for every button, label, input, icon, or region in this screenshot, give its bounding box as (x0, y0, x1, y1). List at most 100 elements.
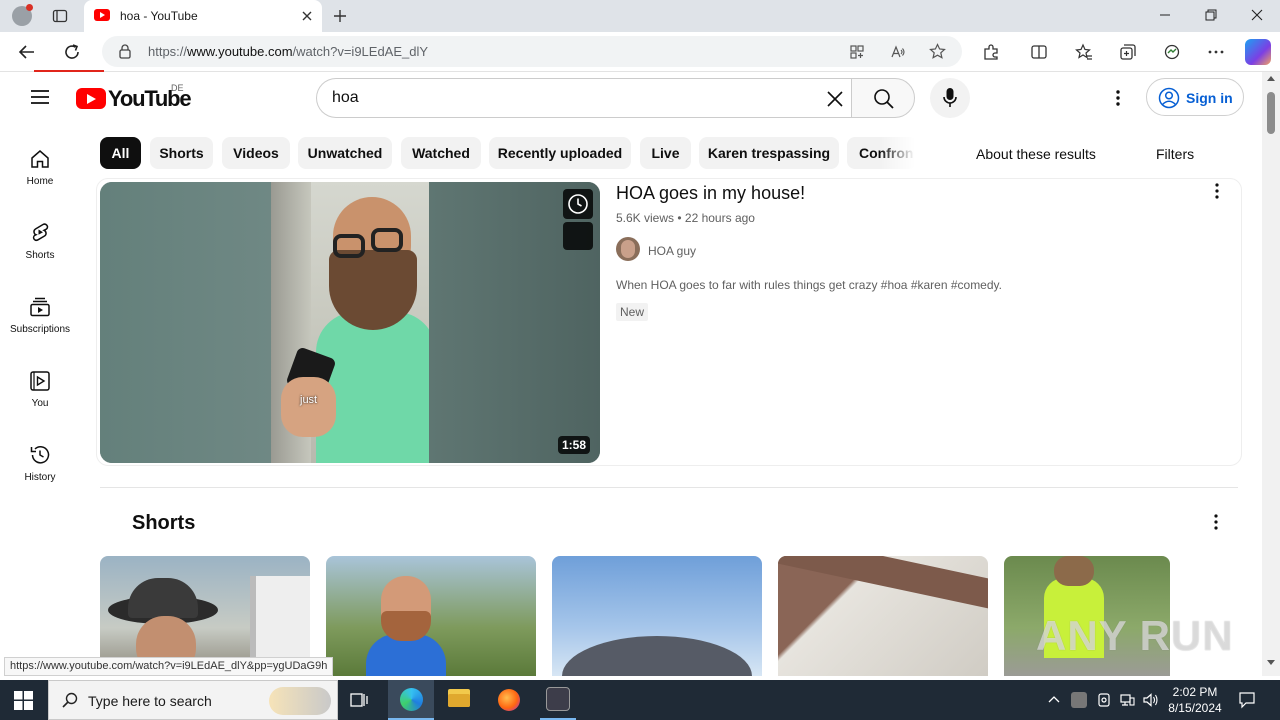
chip-live[interactable]: Live (640, 137, 691, 169)
split-screen-icon[interactable] (1030, 43, 1048, 61)
scroll-up-icon[interactable] (1267, 76, 1275, 81)
video-title[interactable]: HOA goes in my house! (616, 183, 805, 204)
chip-shorts[interactable]: Shorts (150, 137, 213, 169)
history-icon (30, 446, 50, 464)
search-icon (873, 88, 895, 110)
network-icon[interactable] (1119, 692, 1135, 708)
firefox-icon[interactable] (498, 689, 520, 711)
video-metadata: 5.6K views • 22 hours ago (616, 211, 755, 225)
video-thumbnail[interactable]: just 1:58 (100, 182, 600, 463)
app-icon (546, 687, 570, 711)
search-box[interactable] (316, 78, 852, 118)
video-action-menu-icon[interactable] (1207, 181, 1227, 201)
tab-actions-icon[interactable] (52, 8, 68, 24)
refresh-icon[interactable] (63, 43, 81, 61)
you-icon (30, 371, 50, 391)
sidebar-item-subscriptions[interactable]: Subscriptions (0, 296, 80, 335)
youtube-logo[interactable]: YouTube DE (76, 83, 192, 113)
account-icon (1158, 87, 1180, 109)
browser-tab-bar: hoa - YouTube (0, 0, 1280, 32)
thumbnail-caption: just (300, 394, 318, 406)
status-bar-url: https://www.youtube.com/watch?v=i9LEdAE_… (4, 657, 334, 676)
collections-icon[interactable] (1119, 43, 1137, 61)
watch-later-button[interactable] (563, 189, 593, 219)
chip-recently-uploaded[interactable]: Recently uploaded (489, 137, 631, 169)
scroll-down-icon[interactable] (1267, 660, 1275, 665)
person-shirt (316, 312, 436, 463)
volume-icon[interactable] (1142, 692, 1160, 708)
clock-time: 2:02 PM (1172, 685, 1218, 699)
taskbar-clock[interactable]: 2:02 PM 8/15/2024 (1166, 684, 1224, 716)
sign-in-button[interactable]: Sign in (1146, 78, 1244, 116)
video-age: 22 hours ago (684, 211, 755, 225)
chip-all[interactable]: All (100, 137, 141, 169)
short-thumbnail-4[interactable] (778, 556, 988, 676)
settings-menu-icon[interactable] (1108, 88, 1128, 108)
active-tab[interactable]: hoa - YouTube (84, 0, 322, 32)
voice-search-button[interactable] (930, 78, 970, 118)
taskbar-search-placeholder: Type here to search (88, 693, 212, 709)
profile-avatar-icon[interactable] (12, 4, 33, 26)
thumbnail-frame: just (271, 182, 436, 463)
shorts-shelf-menu-icon[interactable] (1206, 512, 1226, 532)
taskbar-app-button[interactable] (540, 680, 576, 720)
about-results-link[interactable]: About these results (976, 146, 1096, 162)
more-menu-icon[interactable] (1207, 43, 1225, 61)
edge-icon (400, 688, 423, 711)
tray-device-icon[interactable] (1096, 692, 1112, 708)
guide-menu-icon[interactable] (30, 89, 50, 105)
clear-search-icon[interactable] (825, 89, 845, 109)
glasses-right (371, 228, 403, 252)
sidebar-item-you[interactable]: You (0, 370, 80, 409)
chip-watched[interactable]: Watched (401, 137, 481, 169)
new-tab-icon[interactable] (332, 8, 348, 24)
video-result-card[interactable]: just 1:58 HOA goes in my house! 5.6K vie… (96, 178, 1242, 466)
taskbar-search-box[interactable]: Type here to search (48, 680, 338, 720)
chip-unwatched[interactable]: Unwatched (298, 137, 392, 169)
short-thumbnail-2[interactable] (326, 556, 536, 676)
chip-videos[interactable]: Videos (222, 137, 290, 169)
shorts-icon (32, 223, 49, 241)
notifications-icon[interactable] (1238, 691, 1256, 709)
short-thumbnail-3[interactable] (552, 556, 762, 676)
app-available-icon[interactable] (849, 44, 865, 60)
performance-icon[interactable] (1163, 43, 1181, 61)
minimize-window-icon[interactable] (1158, 8, 1172, 22)
address-bar[interactable]: https://www.youtube.com/watch?v=i9LEdAE_… (102, 36, 962, 67)
search-highlight-image (269, 687, 331, 715)
read-aloud-icon[interactable] (890, 44, 906, 60)
favorite-star-icon[interactable] (929, 43, 946, 60)
sidebar-label-subscriptions: Subscriptions (9, 324, 71, 335)
channel-name[interactable]: HOA guy (648, 244, 696, 258)
copilot-icon[interactable] (1245, 39, 1271, 65)
channel-avatar[interactable] (616, 237, 640, 261)
youtube-favicon-icon (94, 9, 110, 21)
sidebar-item-history[interactable]: History (0, 444, 80, 483)
file-explorer-icon[interactable] (448, 689, 470, 707)
filters-button[interactable]: Filters (1156, 146, 1194, 162)
favorites-icon[interactable] (1075, 43, 1093, 61)
video-views: 5.6K views (616, 211, 675, 225)
tray-app-icon[interactable] (1071, 692, 1087, 708)
search-input[interactable] (332, 86, 812, 110)
task-view-icon[interactable] (350, 691, 368, 709)
browser-toolbar: https://www.youtube.com/watch?v=i9LEdAE_… (0, 32, 1280, 72)
lock-icon[interactable] (118, 44, 132, 59)
page-scrollbar[interactable] (1262, 72, 1280, 676)
scrollbar-thumb[interactable] (1267, 92, 1275, 134)
windows-taskbar: Type here to search 2:02 PM 8/15/2024 (0, 680, 1280, 720)
chip-karen-trespassing[interactable]: Karen trespassing (699, 137, 839, 169)
search-button[interactable] (851, 78, 915, 118)
close-window-icon[interactable] (1250, 8, 1264, 22)
taskbar-edge-button[interactable] (388, 680, 434, 720)
close-tab-icon[interactable] (300, 9, 314, 23)
restore-window-icon[interactable] (1204, 8, 1218, 22)
tray-chevron-icon[interactable] (1048, 694, 1060, 704)
windows-start-icon[interactable] (14, 691, 33, 710)
sidebar-item-home[interactable]: Home (0, 148, 80, 187)
back-icon[interactable] (18, 43, 36, 61)
shorts-heading: Shorts (132, 512, 196, 534)
sidebar-item-shorts[interactable]: Shorts (0, 222, 80, 261)
add-to-queue-button[interactable] (563, 222, 593, 250)
extensions-icon[interactable] (982, 43, 1000, 61)
